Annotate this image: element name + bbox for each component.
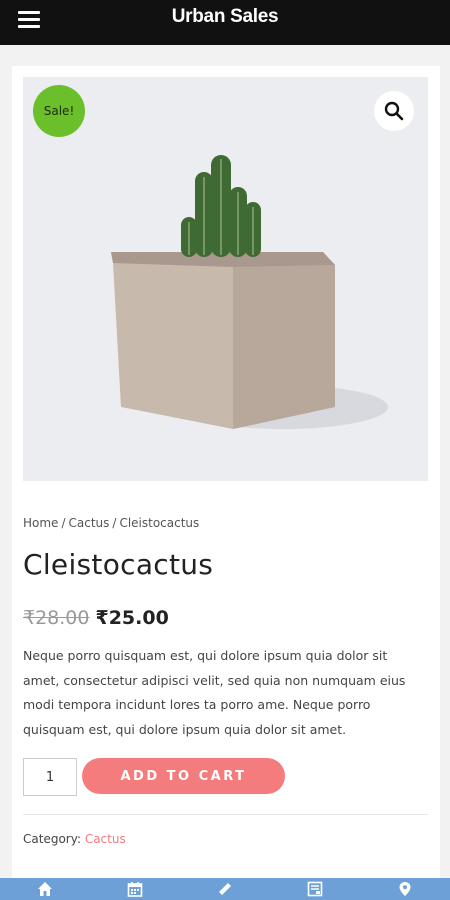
nav-calendar[interactable] <box>115 878 155 900</box>
search-icon <box>384 101 404 121</box>
breadcrumb-home-link[interactable]: Home <box>23 516 58 530</box>
divider <box>23 814 428 815</box>
calendar-icon <box>127 882 143 897</box>
original-price: ₹28.00 <box>23 607 90 629</box>
breadcrumb-current: Cleistocactus <box>119 516 200 530</box>
pencil-icon <box>219 883 231 895</box>
location-pin-icon <box>399 882 411 896</box>
category-link[interactable]: Cactus <box>85 832 126 846</box>
product-title: Cleistocactus <box>23 548 214 581</box>
add-to-cart-button[interactable]: ADD TO CART <box>82 758 285 794</box>
breadcrumb-category-link[interactable]: Cactus <box>68 516 109 530</box>
zoom-button[interactable] <box>374 91 414 131</box>
app-title: Urban Sales <box>171 6 279 27</box>
nav-edit[interactable] <box>205 878 245 900</box>
product-category: Category: Cactus <box>23 832 126 846</box>
bottom-navigation <box>0 878 450 900</box>
quantity-input[interactable] <box>23 758 77 796</box>
breadcrumb: Home / Cactus / Cleistocactus <box>23 516 199 530</box>
category-label: Category: <box>23 832 81 846</box>
breadcrumb-separator: / <box>112 516 117 530</box>
nav-list[interactable] <box>295 878 335 900</box>
product-card: Sale! Home / Cactus / Cleistocactus Cleistoc… <box>12 66 440 878</box>
cactus-pot-illustration <box>111 155 388 429</box>
sale-price: ₹25.00 <box>95 607 169 629</box>
product-image[interactable]: Sale! <box>23 77 428 481</box>
price: ₹28.00 ₹25.00 <box>23 607 169 629</box>
sale-badge: Sale! <box>33 85 85 137</box>
nav-location[interactable] <box>385 878 425 900</box>
list-icon <box>307 881 323 897</box>
top-app-bar: Urban Sales <box>0 0 450 45</box>
nav-home[interactable] <box>25 878 65 900</box>
product-description: Neque porro quisquam est, qui dolore ips… <box>23 648 406 737</box>
home-icon <box>38 882 52 896</box>
breadcrumb-separator: / <box>61 516 66 530</box>
